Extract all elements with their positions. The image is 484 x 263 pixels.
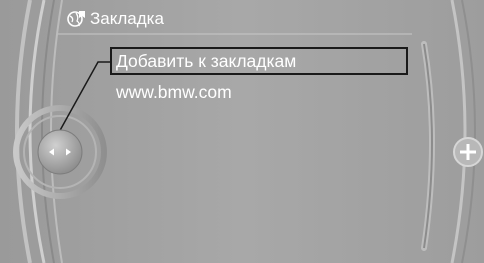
menu-item-bookmark-url[interactable]: www.bmw.com — [110, 78, 232, 106]
menu-item-add-bookmark[interactable]: Добавить к закладкам — [110, 47, 408, 75]
plus-button[interactable] — [452, 136, 484, 168]
title-bar: Закладка — [66, 7, 164, 31]
page-title: Закладка — [90, 9, 164, 28]
controller-knob[interactable] — [36, 128, 84, 176]
plus-icon — [453, 137, 483, 167]
bookmark-globe-icon — [67, 11, 85, 27]
idrive-screen: Закладка Добавить к закладкам www.bmw.co… — [0, 0, 484, 263]
